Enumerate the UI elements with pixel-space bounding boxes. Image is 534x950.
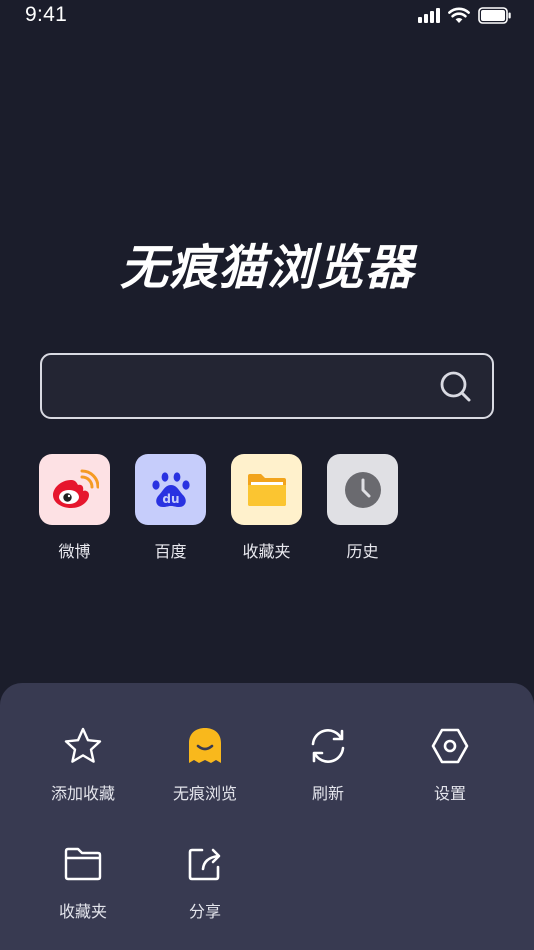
share-icon [188, 848, 221, 881]
shortcut-label: 百度 [154, 542, 187, 561]
shortcut-tile[interactable] [327, 454, 398, 525]
shortcut-tile[interactable]: du [135, 454, 206, 525]
shortcut-label: 历史 [346, 542, 379, 561]
shortcut-grid: 微博 du 百度 收藏夹 历史 [39, 454, 398, 562]
search-button[interactable] [438, 369, 474, 405]
menu-label: 刷新 [311, 784, 344, 803]
search-icon [440, 371, 471, 402]
shortcut-label: 收藏夹 [242, 542, 291, 561]
shortcut-history[interactable]: 历史 [327, 454, 398, 562]
star-icon [64, 727, 102, 763]
cellular-signal-icon [418, 7, 440, 23]
refresh-button[interactable]: 刷新 [268, 724, 388, 804]
shortcut-label: 微博 [58, 542, 91, 561]
folder-outline-icon [64, 847, 102, 881]
refresh-icon [311, 729, 345, 763]
shortcut-tile[interactable] [231, 454, 302, 525]
favorites-folder-button[interactable]: 收藏夹 [23, 842, 143, 922]
battery-icon [478, 6, 511, 24]
menu-label: 添加收藏 [50, 784, 115, 803]
search-input[interactable] [60, 369, 420, 403]
status-time: 9:41 [25, 3, 68, 26]
wifi-icon [448, 7, 470, 23]
shortcut-weibo[interactable]: 微博 [39, 454, 110, 562]
settings-button[interactable]: 设置 [390, 724, 510, 804]
clock-icon [344, 471, 381, 508]
app-title: 无痕猫浏览器 [119, 240, 414, 296]
menu-label: 设置 [433, 784, 466, 803]
shortcut-tile[interactable] [39, 454, 110, 525]
status-bar: 9:41 [0, 0, 534, 30]
svg-text:du: du [162, 492, 179, 506]
shortcut-favorites[interactable]: 收藏夹 [231, 454, 302, 562]
menu-label: 分享 [188, 902, 221, 921]
ghost-icon [189, 728, 221, 763]
folder-icon [247, 473, 286, 506]
status-icons [418, 6, 512, 24]
settings-hexagon-icon [431, 728, 469, 764]
weibo-icon [52, 469, 99, 508]
search-bar[interactable] [40, 353, 494, 419]
share-button[interactable]: 分享 [145, 842, 265, 922]
add-favorite-button[interactable]: 添加收藏 [23, 724, 143, 804]
menu-label: 无痕浏览 [172, 784, 237, 803]
menu-label: 收藏夹 [58, 902, 107, 921]
bottom-menu-sheet: 添加收藏 无痕浏览 刷新 设置 收藏夹 分享 [0, 683, 534, 950]
baidu-paw-icon: du [151, 471, 190, 507]
shortcut-baidu[interactable]: du 百度 [135, 454, 206, 562]
incognito-browsing-button[interactable]: 无痕浏览 [145, 724, 265, 804]
